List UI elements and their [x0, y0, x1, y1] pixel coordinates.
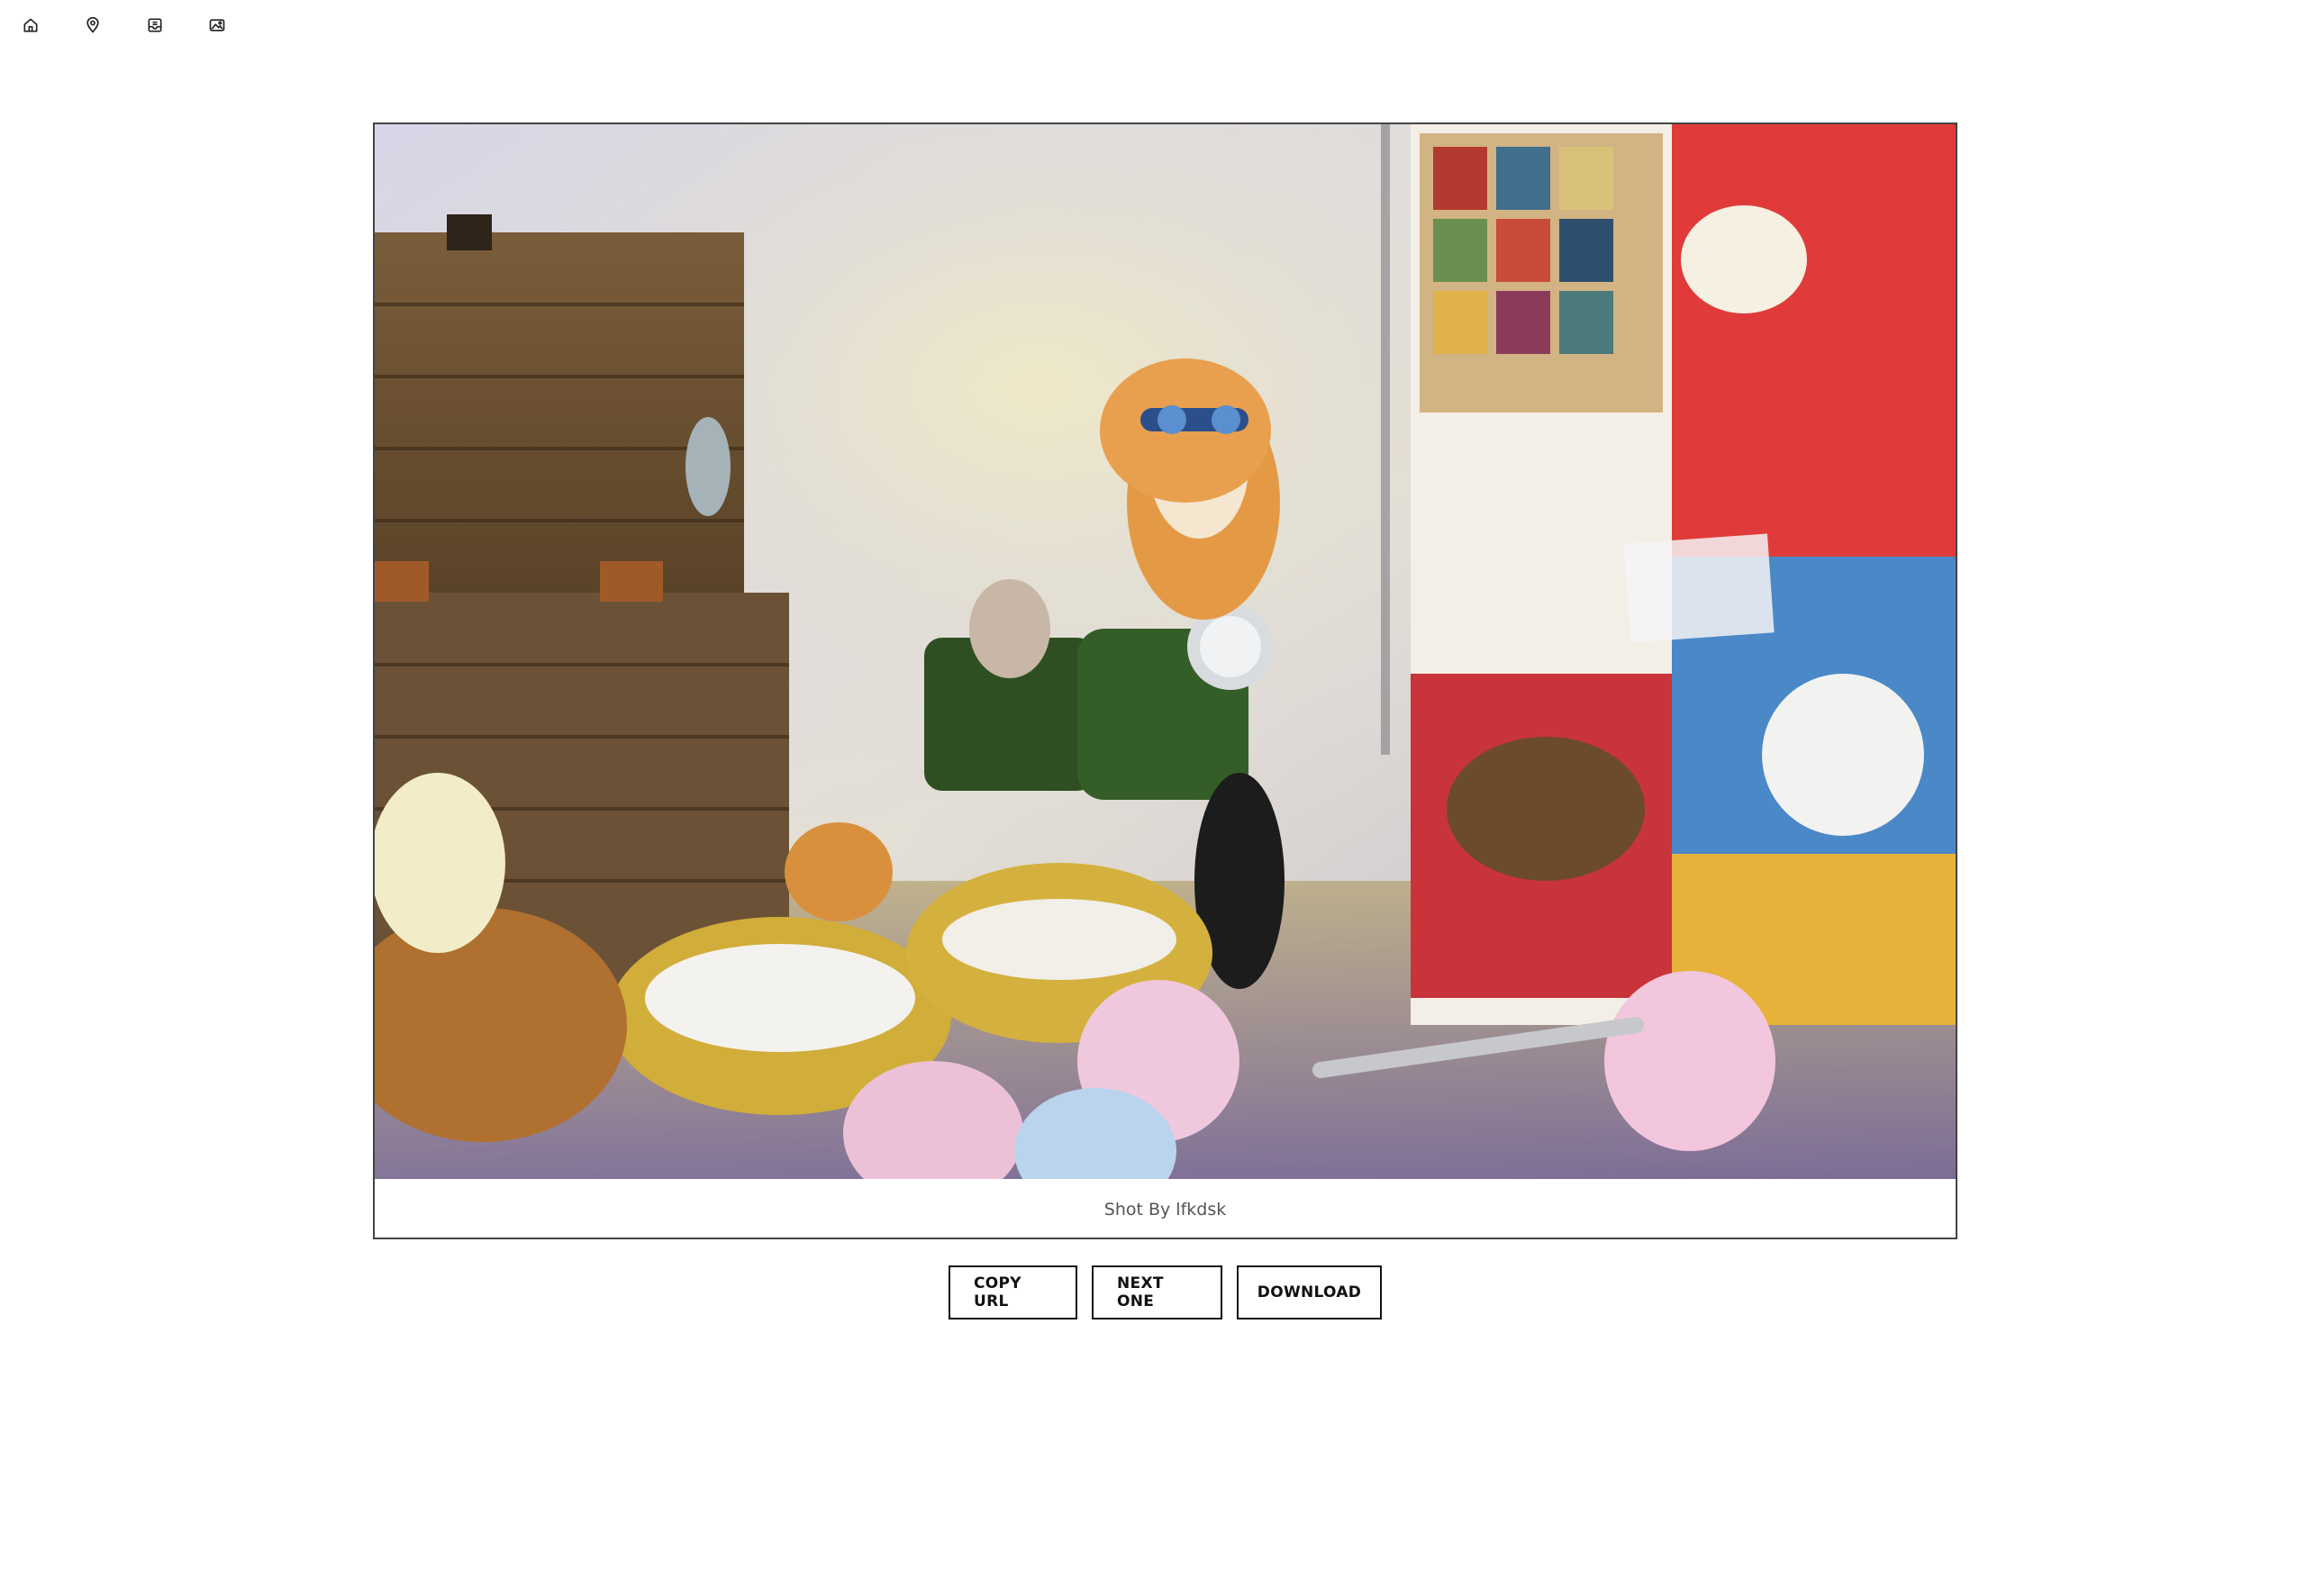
home-icon [23, 18, 38, 32]
photo-card: Shot By lfkdsk [373, 122, 1957, 1239]
top-nav [18, 13, 267, 38]
inbox-icon [148, 18, 162, 32]
action-bar: COPY URL NEXT ONE DOWNLOAD [949, 1265, 1382, 1319]
location-pin-icon [86, 16, 99, 33]
photo-illustration [375, 124, 1956, 1179]
next-one-button[interactable]: NEXT ONE [1092, 1265, 1222, 1319]
home-button[interactable] [18, 13, 43, 38]
copy-url-button[interactable]: COPY URL [949, 1265, 1077, 1319]
gallery-button[interactable] [204, 13, 230, 38]
photo-caption: Shot By lfkdsk [1103, 1199, 1227, 1220]
inbox-button[interactable] [142, 13, 168, 38]
location-button[interactable] [80, 13, 105, 38]
download-button[interactable]: DOWNLOAD [1237, 1265, 1382, 1319]
photo [375, 124, 1956, 1179]
image-icon [209, 19, 225, 32]
